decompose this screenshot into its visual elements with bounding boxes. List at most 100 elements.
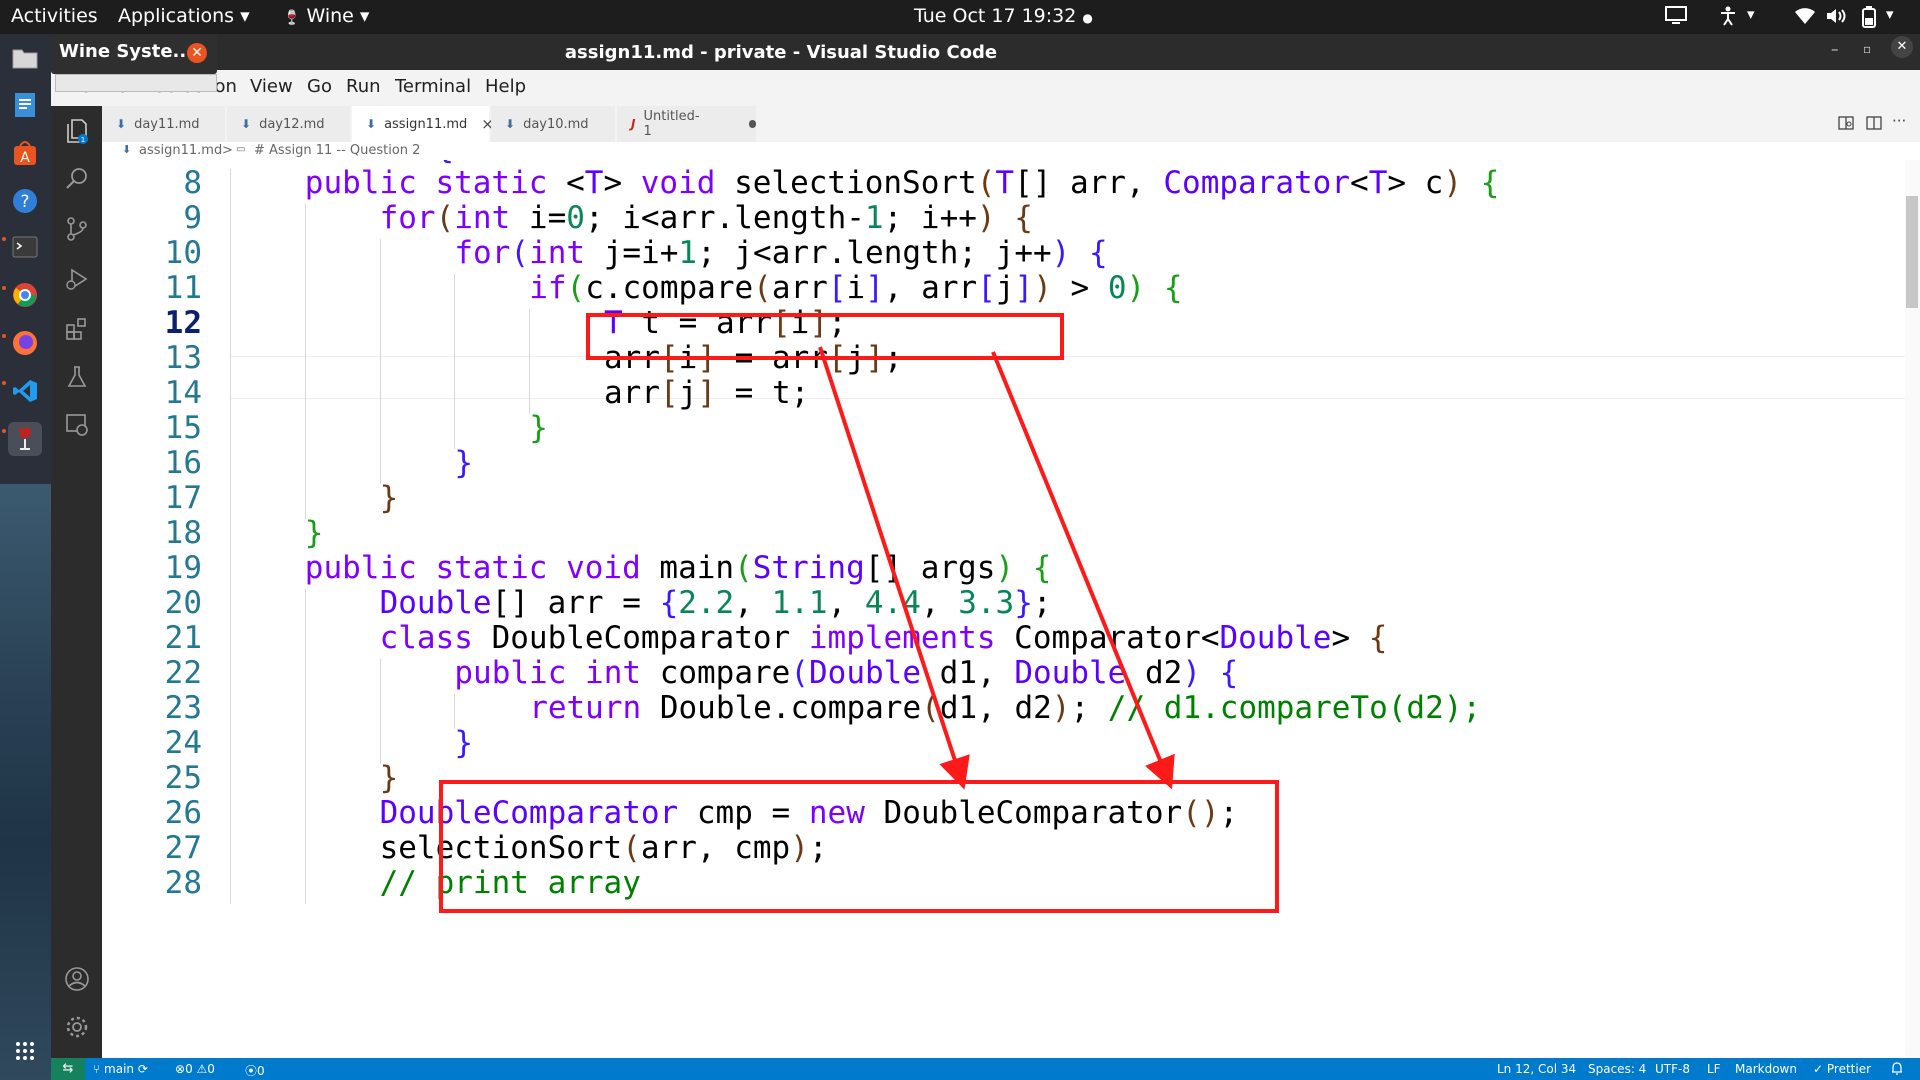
explorer-icon[interactable]: 1 (64, 118, 90, 144)
problems-status[interactable]: ⊗0 ⚠0 (175, 1062, 215, 1076)
menu-help[interactable]: Help (485, 76, 526, 97)
vscode-icon[interactable] (8, 374, 42, 408)
code-token: ; (808, 830, 828, 866)
line-number: 12 (164, 305, 202, 341)
tab-day11[interactable]: ⬇ day11.md (102, 106, 226, 142)
run-debug-icon[interactable] (64, 266, 90, 292)
chevron-down-icon[interactable]: ▾ (1886, 5, 1894, 23)
eol-status[interactable]: LF (1707, 1062, 1721, 1076)
breadcrumb-section[interactable]: # Assign 11 -- Question 2 (254, 143, 420, 158)
more-actions-icon[interactable]: ··· (1892, 112, 1906, 130)
code-token: 1 (864, 200, 884, 236)
text-editor-icon[interactable] (8, 88, 42, 122)
firefox-icon[interactable] (8, 326, 42, 360)
code-text: } (454, 725, 473, 761)
tab-assign11[interactable]: ⬇ assign11.md × (352, 106, 494, 142)
unsaved-dot-icon[interactable] (748, 120, 756, 128)
code-token: Double.compare (641, 690, 922, 726)
code-token: } (529, 410, 548, 446)
code-token: [ (828, 340, 847, 376)
code-token: ( (976, 165, 996, 201)
code-token: if (529, 270, 567, 306)
code-token: ( (790, 655, 810, 691)
prettier-status[interactable]: ✓ Prettier (1813, 1062, 1871, 1076)
code-token: ] (865, 270, 884, 306)
system-top-bar: Activities Applications ▾ 🍷 Wine ▾ Tue O… (0, 0, 1920, 34)
line-number: 22 (164, 655, 202, 691)
scrollbar-thumb[interactable] (1906, 196, 1918, 308)
language-mode[interactable]: Markdown (1735, 1062, 1797, 1076)
ports-status[interactable]: ⦿0 (245, 1062, 265, 1079)
code-token: d1, d2 (939, 690, 1052, 726)
applications-menu[interactable]: Applications ▾ (118, 5, 250, 27)
help-icon[interactable]: ? (8, 184, 42, 218)
line-number: 10 (164, 235, 202, 271)
svg-text:?: ? (20, 192, 29, 212)
activities-button[interactable]: Activities (11, 5, 98, 27)
warning-count: 0 (207, 1062, 215, 1076)
search-icon[interactable] (64, 166, 90, 192)
wine-notification[interactable]: Wine Syste... ✕ (51, 34, 217, 92)
wine-glass-icon[interactable] (8, 422, 42, 456)
remote-explorer-icon[interactable] (64, 412, 90, 438)
markdown-icon: ⬇ (116, 117, 127, 131)
accessibility-icon[interactable] (1718, 6, 1738, 26)
code-token: 1.1 (771, 585, 828, 621)
settings-gear-icon[interactable] (64, 1014, 90, 1040)
tab-day12[interactable]: ⬇ day12.md (227, 106, 351, 142)
code-token: main (640, 550, 735, 586)
chrome-icon[interactable] (8, 278, 42, 312)
encoding-status[interactable]: UTF-8 (1655, 1062, 1690, 1076)
line-number: 13 (164, 340, 202, 376)
wifi-icon[interactable] (1794, 7, 1816, 25)
terminal-icon[interactable] (8, 230, 42, 264)
code-token: compare (641, 655, 791, 691)
code-token: // print array (379, 865, 641, 901)
git-branch-icon: ⑂ (93, 1062, 101, 1076)
code-token: } (379, 760, 399, 796)
code-token: ; (1032, 585, 1052, 621)
code-text: return Double.compare(d1, d2); // d1.com… (529, 690, 1481, 726)
code-token: arr (604, 340, 660, 376)
source-control-icon[interactable] (64, 216, 90, 242)
volume-icon[interactable] (1826, 7, 1848, 25)
files-icon[interactable] (8, 41, 42, 75)
menu-run[interactable]: Run (346, 76, 381, 97)
menu-terminal[interactable]: Terminal (395, 76, 471, 97)
open-preview-icon[interactable] (1838, 115, 1854, 135)
extensions-icon[interactable] (64, 316, 90, 342)
software-center-icon[interactable]: A (8, 136, 42, 170)
show-apps-grid-icon[interactable] (8, 1034, 42, 1068)
account-icon[interactable] (64, 966, 90, 992)
code-token: selectionSort (379, 830, 623, 866)
close-icon[interactable]: ✕ (187, 43, 207, 63)
notifications-bell-icon[interactable] (1891, 1062, 1903, 1078)
clock[interactable]: Tue Oct 17 19:32 ● (914, 5, 1093, 27)
tab-day10[interactable]: ⬇ day10.md (491, 106, 616, 142)
code-editor[interactable]: 7class Main {8public static <T> void sel… (102, 160, 1920, 1058)
screen-icon[interactable] (1665, 6, 1687, 26)
testing-flask-icon[interactable] (64, 364, 90, 390)
indentation-status[interactable]: Spaces: 4 (1588, 1062, 1646, 1076)
window-close-icon[interactable]: ✕ (1891, 36, 1913, 58)
cursor-position[interactable]: Ln 12, Col 34 (1497, 1062, 1576, 1076)
chevron-down-icon[interactable]: ▾ (1747, 5, 1755, 23)
remote-indicator[interactable]: ⇆ (51, 1058, 85, 1080)
split-editor-icon[interactable] (1866, 115, 1882, 135)
tab-untitled-1[interactable]: J Untitled-1 (617, 106, 757, 142)
code-token: { (1368, 620, 1388, 656)
status-bar: ⇆ ⑂ main ⟳ ⊗0 ⚠0 ⦿0 Ln 12, Col 34 Spaces… (51, 1058, 1920, 1080)
minimize-icon[interactable]: – (1831, 40, 1839, 58)
code-token: { (659, 585, 679, 621)
tab-label: assign11.md (384, 116, 468, 132)
menu-view[interactable]: View (250, 76, 293, 97)
maximize-icon[interactable]: ▫ (1863, 42, 1871, 56)
code-line[interactable]: 28 // print array (102, 865, 1920, 908)
wine-mini-window[interactable] (55, 74, 217, 92)
breadcrumb-file[interactable]: assign11.md (139, 143, 222, 158)
code-token: T (584, 165, 604, 201)
menu-go[interactable]: Go (307, 76, 332, 97)
battery-icon[interactable] (1862, 6, 1876, 28)
branch-status[interactable]: ⑂ main ⟳ (93, 1062, 148, 1076)
wine-app-menu[interactable]: 🍷 Wine ▾ (283, 5, 369, 27)
